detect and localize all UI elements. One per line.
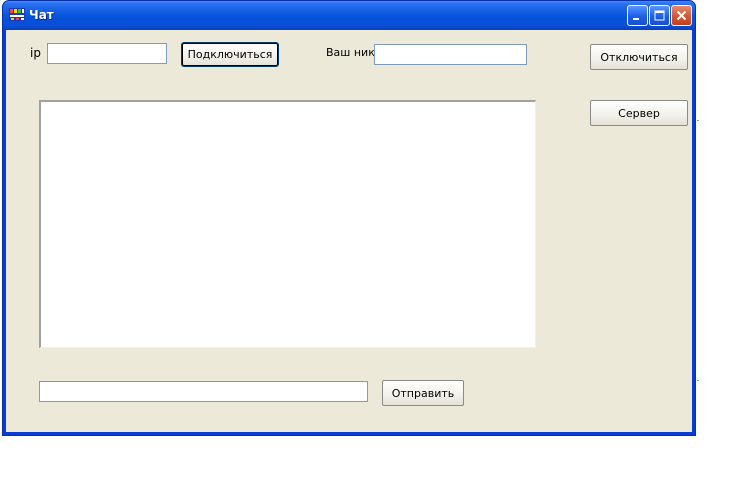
close-button[interactable]	[671, 5, 692, 26]
close-icon	[676, 10, 687, 21]
app-icon	[9, 8, 25, 21]
server-button[interactable]: Сервер	[590, 100, 688, 126]
maximize-icon	[654, 10, 665, 21]
client-area: ip Подключиться Ваш ник Отключиться Серв…	[6, 30, 692, 432]
message-input[interactable]	[39, 381, 368, 402]
background-line	[697, 380, 699, 381]
send-button[interactable]: Отправить	[382, 380, 464, 406]
background-line	[697, 120, 699, 121]
nick-label: Ваш ник	[326, 46, 375, 59]
disconnect-button[interactable]: Отключиться	[590, 44, 688, 70]
nick-input[interactable]	[374, 44, 527, 65]
minimize-icon	[633, 18, 639, 20]
ip-input[interactable]	[47, 43, 167, 64]
maximize-button[interactable]	[649, 5, 670, 26]
chat-log[interactable]	[39, 100, 536, 348]
chat-window: Чат ip Подключиться Ваш ник Отключиться …	[2, 0, 696, 436]
minimize-button[interactable]	[627, 5, 648, 26]
connect-button[interactable]: Подключиться	[181, 42, 279, 67]
window-title: Чат	[29, 8, 54, 22]
title-bar[interactable]: Чат	[3, 1, 695, 30]
ip-label: ip	[30, 46, 41, 60]
